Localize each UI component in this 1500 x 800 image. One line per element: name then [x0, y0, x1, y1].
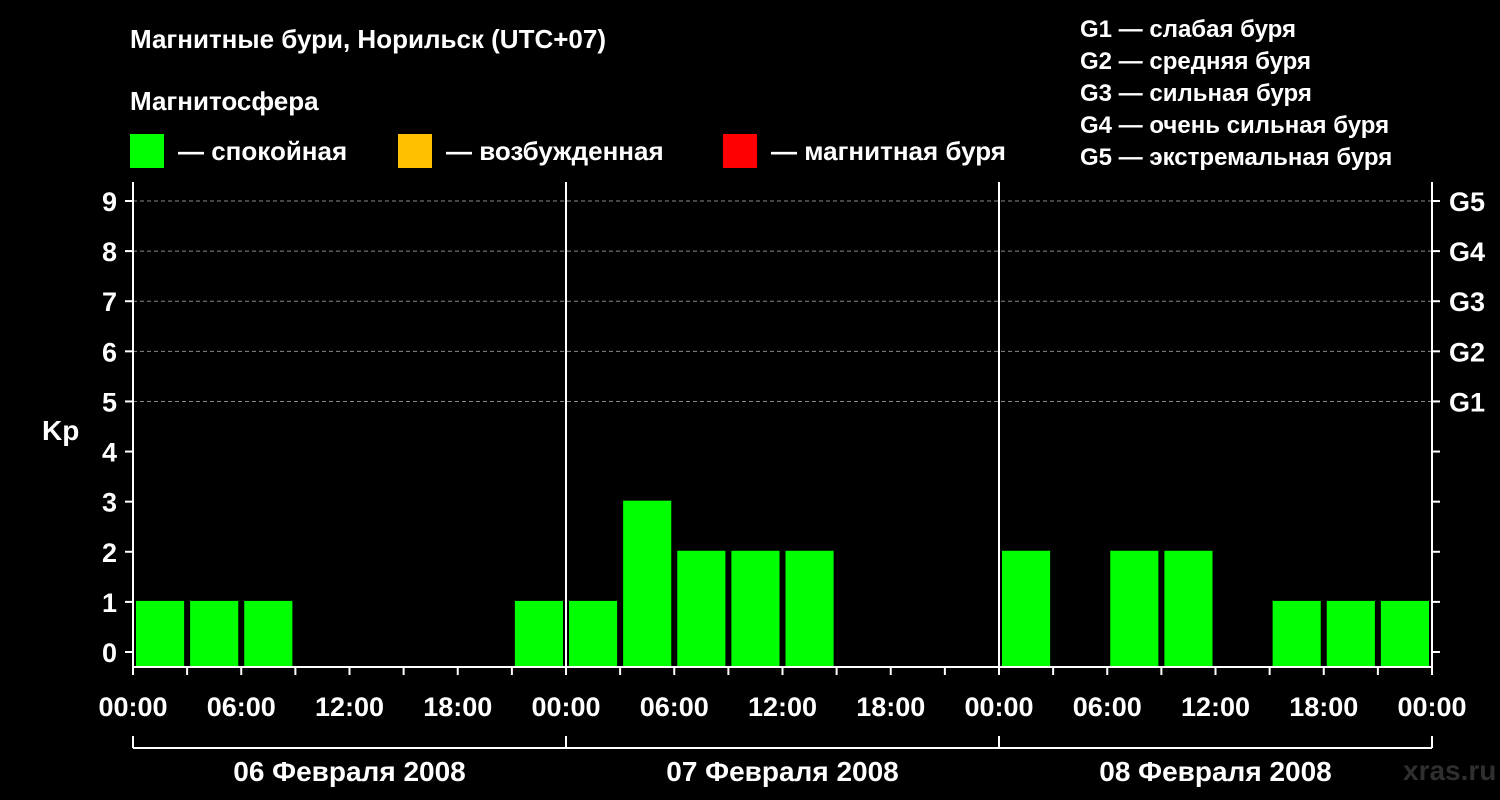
y-tick-label: 7: [102, 287, 117, 317]
kp-bar: [1164, 550, 1213, 666]
g-level-label-g2: G2: [1449, 337, 1485, 367]
x-tick-label: 18:00: [856, 692, 925, 722]
kp-bar: [785, 550, 834, 666]
kp-bar: [1380, 600, 1429, 666]
kp-bar: [1272, 600, 1321, 666]
y-tick-label: 2: [102, 538, 117, 568]
day-label: 06 Февраля 2008: [233, 756, 465, 787]
kp-bar: [190, 600, 239, 666]
g-level-label-g5: G5: [1449, 187, 1485, 217]
kp-bar: [136, 600, 185, 666]
kp-bar: [1326, 600, 1375, 666]
kp-bar: [677, 550, 726, 666]
x-tick-label: 06:00: [640, 692, 709, 722]
x-tick-label: 00:00: [1397, 692, 1466, 722]
x-tick-label: 12:00: [1181, 692, 1250, 722]
y-tick-label: 9: [102, 187, 117, 217]
x-tick-label: 06:00: [1073, 692, 1142, 722]
g-level-label-g1: G1: [1449, 387, 1485, 417]
x-tick-label: 00:00: [531, 692, 600, 722]
y-axis-label: Kp: [42, 415, 79, 446]
x-tick-label: 00:00: [98, 692, 167, 722]
y-tick-label: 8: [102, 237, 117, 267]
g-level-label-g4: G4: [1449, 237, 1485, 267]
kp-bar: [569, 600, 618, 666]
day-label: 08 Февраля 2008: [1099, 756, 1331, 787]
watermark: xras.ru: [1403, 755, 1497, 786]
y-tick-label: 1: [102, 588, 117, 618]
y-tick-label: 6: [102, 337, 117, 367]
kp-bar: [731, 550, 780, 666]
x-tick-label: 06:00: [207, 692, 276, 722]
y-tick-label: 0: [102, 638, 117, 668]
day-label: 07 Февраля 2008: [666, 756, 898, 787]
kp-bar-chart: 0 1 2 3 4 5 6 7 8 9 Kp G1 G2 G3 G4 G5 00:00 06:00 12:00 18:…: [42, 182, 1485, 787]
kp-bar: [244, 600, 293, 666]
x-tick-label: 12:00: [748, 692, 817, 722]
x-tick-label: 00:00: [964, 692, 1033, 722]
kp-bar: [623, 500, 672, 666]
x-tick-label: 18:00: [1289, 692, 1358, 722]
kp-bar: [1002, 550, 1051, 666]
kp-bar: [1110, 550, 1159, 666]
kp-bar: [514, 600, 563, 666]
x-tick-label: 18:00: [423, 692, 492, 722]
y-tick-label: 5: [102, 387, 117, 417]
y-tick-label: 3: [102, 488, 117, 518]
g-level-label-g3: G3: [1449, 287, 1485, 317]
x-tick-label: 12:00: [315, 692, 384, 722]
y-tick-label: 4: [102, 438, 117, 468]
